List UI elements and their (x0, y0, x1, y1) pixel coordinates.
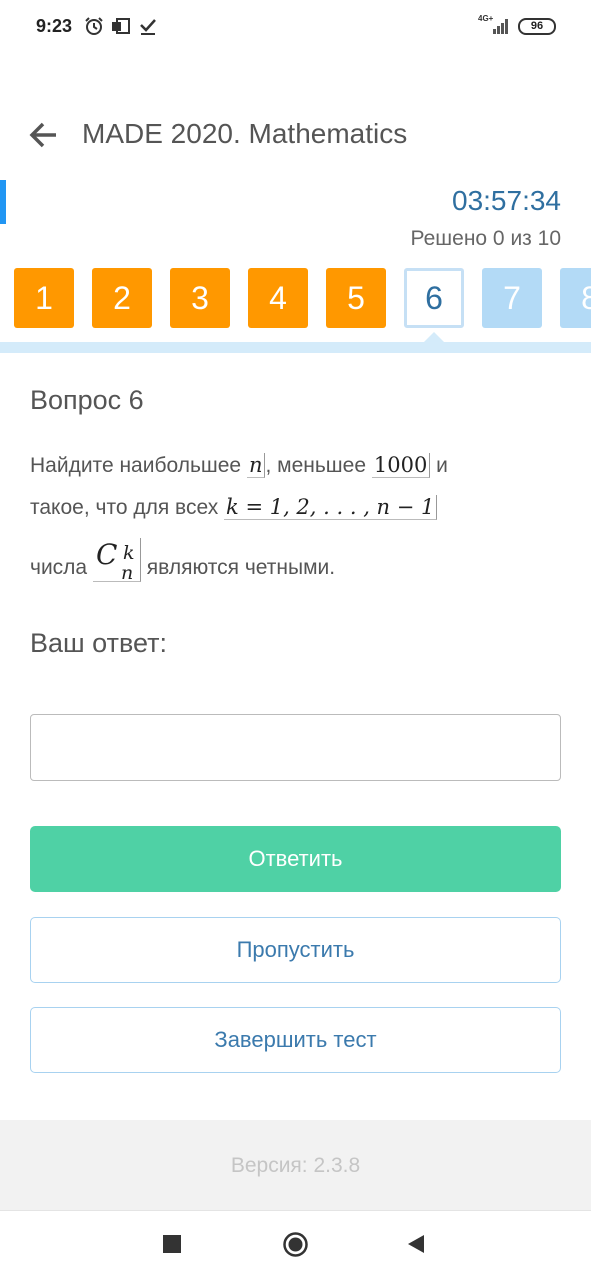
check-icon (140, 19, 156, 35)
question-line-2: такое, что для всех k = 1, 2, . . . , n … (30, 492, 438, 523)
back-triangle-icon[interactable] (406, 1234, 426, 1254)
math-binomial-c: C (95, 538, 118, 571)
timer: 03:57:34 (452, 185, 561, 216)
answer-label: Ваш ответ: (30, 628, 168, 658)
question-text-part: Найдите наибольшее (30, 454, 242, 477)
question-text-part: и (436, 454, 448, 477)
notification-icon (112, 18, 130, 34)
question-text-part: являются четными. (146, 556, 336, 579)
submit-button[interactable]: Ответить (30, 826, 561, 892)
status-bar: 9:23 4G+ 96 (0, 0, 591, 56)
question-line-3: числа C k n являются четными. (30, 538, 336, 584)
question-nav-item-2[interactable]: 2 (92, 268, 152, 328)
alarm-icon (85, 17, 103, 35)
side-accent-bar (0, 180, 6, 224)
question-nav: 1 2 3 4 5 6 7 8 (0, 268, 591, 330)
question-nav-item-1[interactable]: 1 (14, 268, 74, 328)
skip-button[interactable]: Пропустить (30, 917, 561, 983)
math-binomial-n: n (120, 562, 134, 584)
question-nav-item-3[interactable]: 3 (170, 268, 230, 328)
home-circle-icon[interactable] (282, 1231, 309, 1258)
page-title: MADE 2020. Mathematics (82, 118, 408, 149)
question-nav-item-5[interactable]: 5 (326, 268, 386, 328)
question-nav-item-4[interactable]: 4 (248, 268, 308, 328)
math-1000: 1000 (371, 453, 431, 478)
question-title: Вопрос 6 (30, 385, 144, 415)
question-line-1: Найдите наибольшее n, меньшее 1000 и (30, 450, 448, 481)
version-label: Версия: 2.3.8 (230, 1154, 361, 1177)
battery-level: 96 (530, 20, 544, 32)
question-text-part: , меньшее (265, 454, 367, 477)
recents-square-icon[interactable] (162, 1234, 182, 1254)
math-n: n (246, 453, 266, 478)
math-binomial: C k n (92, 538, 141, 584)
solved-counter: Решено 0 из 10 (410, 227, 561, 250)
finish-test-button[interactable]: Завершить тест (30, 1007, 561, 1073)
question-nav-item-7[interactable]: 7 (482, 268, 542, 328)
question-nav-item-8[interactable]: 8 (560, 268, 591, 328)
arrow-left-icon[interactable] (28, 118, 60, 152)
math-k-range: k = 1, 2, . . . , n − 1 (224, 495, 438, 520)
status-time: 9:23 (36, 16, 73, 36)
question-nav-item-6[interactable]: 6 (404, 268, 464, 328)
question-text-part: такое, что для всех (30, 496, 219, 519)
question-nav-rail (0, 342, 591, 353)
answer-input[interactable] (30, 714, 561, 781)
signal-icon (493, 19, 508, 34)
question-text-part: числа (30, 556, 88, 579)
battery-icon: 96 (518, 18, 556, 35)
